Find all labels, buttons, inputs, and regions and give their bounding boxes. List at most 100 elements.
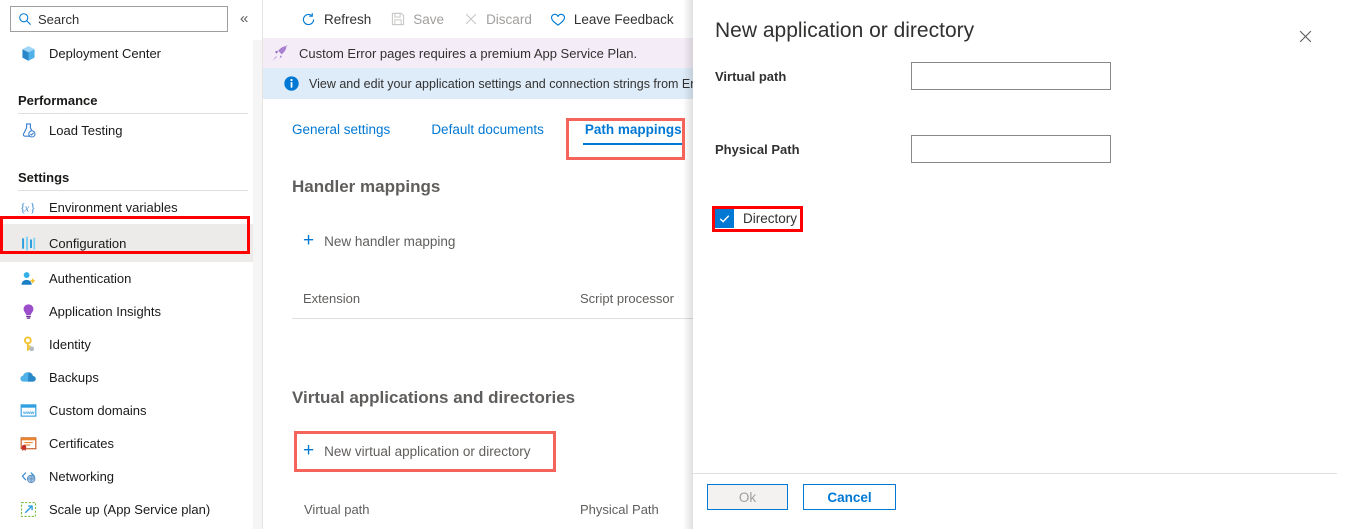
main-content: Refresh Save Discard [263, 0, 693, 529]
backups-cloud-icon [18, 368, 38, 388]
networking-icon [18, 467, 38, 487]
handler-mappings-title: Handler mappings [292, 177, 440, 197]
handler-col-script-processor: Script processor [580, 291, 674, 306]
sidebar-item-label: Backups [49, 370, 99, 385]
discard-button[interactable]: Discard [453, 0, 541, 38]
certificates-icon [18, 434, 38, 454]
discard-label: Discard [486, 12, 532, 27]
handler-table-rule [292, 318, 693, 319]
search-icon [18, 11, 36, 27]
environment-variables-icon: { x } [18, 198, 38, 218]
save-disk-icon [389, 11, 406, 28]
discard-x-icon [462, 11, 479, 28]
virtual-path-label: Virtual path [715, 69, 911, 84]
leave-feedback-label: Leave Feedback [574, 12, 674, 27]
configuration-icon [18, 233, 38, 253]
collapse-sidebar-icon[interactable]: « [240, 9, 248, 29]
ok-button[interactable]: Ok [707, 484, 788, 510]
refresh-label: Refresh [324, 12, 371, 27]
sidebar-item-label: Identity [49, 337, 91, 352]
directory-checkbox[interactable] [715, 209, 734, 228]
sidebar-item-application-insights[interactable]: Application Insights [0, 295, 262, 328]
sidebar-group-label: Performance [18, 93, 97, 114]
sidebar-item-networking[interactable]: Networking [0, 460, 262, 493]
premium-plan-banner: Custom Error pages requires a premium Ap… [263, 38, 693, 68]
dialog-footer-divider-right [1333, 473, 1337, 474]
sidebar-item-environment-variables[interactable]: { x } Environment variables [0, 191, 262, 224]
sidebar-item-label: Application Insights [49, 304, 161, 319]
identity-key-icon [18, 335, 38, 355]
sidebar-item-label: Networking [49, 469, 114, 484]
sidebar-item-label: Custom domains [49, 403, 147, 418]
sidebar-item-certificates[interactable]: Certificates [0, 427, 262, 460]
vapp-col-virtual-path: Virtual path [304, 502, 370, 517]
virtual-path-input[interactable] [911, 62, 1111, 90]
application-insights-icon [18, 302, 38, 322]
sidebar-item-backups[interactable]: Backups [0, 361, 262, 394]
custom-domains-icon: www [18, 401, 38, 421]
virtual-apps-title: Virtual applications and directories [292, 388, 575, 408]
rocket-icon [271, 44, 293, 62]
new-virtual-application-button[interactable]: + New virtual application or directory [303, 443, 530, 459]
sidebar-search-row: Search « [0, 6, 262, 34]
info-banner-text: View and edit your application settings … [309, 77, 693, 91]
panel-shadow [683, 0, 693, 529]
premium-banner-text: Custom Error pages requires a premium Ap… [299, 46, 637, 61]
sidebar-item-authentication[interactable]: Authentication [0, 262, 262, 295]
deployment-center-icon [18, 43, 38, 63]
authentication-icon [18, 269, 38, 289]
sidebar-item-scale-up[interactable]: Scale up (App Service plan) [0, 493, 262, 526]
vapp-col-physical-path: Physical Path [580, 502, 659, 517]
close-icon[interactable] [1293, 24, 1317, 48]
physical-path-input[interactable] [911, 135, 1111, 163]
sidebar-item-label: Authentication [49, 271, 131, 286]
new-application-dialog: New application or directory Virtual pat… [693, 0, 1351, 529]
app-root: Search « Deployment Center Performance [0, 0, 1351, 529]
plus-icon: + [303, 443, 314, 459]
tab-general-settings[interactable]: General settings [290, 118, 392, 149]
tab-bar: General settings Default documents Path … [263, 118, 693, 156]
dialog-footer-divider [693, 473, 1333, 474]
plus-icon: + [303, 233, 314, 249]
sidebar-item-label: Configuration [49, 236, 126, 251]
cancel-button[interactable]: Cancel [803, 484, 896, 510]
sidebar-item-label: Scale up (App Service plan) [49, 502, 210, 517]
sidebar-item-configuration[interactable]: Configuration [0, 224, 262, 262]
sidebar-item-label: Load Testing [49, 123, 123, 138]
load-testing-icon [18, 121, 38, 141]
sidebar-item-identity[interactable]: Identity [0, 328, 262, 361]
save-button[interactable]: Save [380, 0, 453, 38]
scale-up-icon [18, 500, 38, 520]
heart-icon [550, 11, 567, 28]
virtual-path-field-row: Virtual path [715, 62, 1135, 90]
sidebar: Search « Deployment Center Performance [0, 0, 262, 529]
sidebar-nav-list: Deployment Center Performance Load Testi… [0, 36, 262, 529]
search-input[interactable]: Search [10, 6, 228, 32]
checkmark-icon [718, 212, 731, 225]
save-label: Save [413, 12, 444, 27]
new-virtual-application-label: New virtual application or directory [324, 444, 530, 459]
sidebar-item-load-testing[interactable]: Load Testing [0, 114, 262, 147]
directory-checkbox-row[interactable]: Directory [715, 209, 797, 228]
sidebar-scrollbar-track[interactable] [253, 40, 262, 529]
search-placeholder: Search [38, 12, 79, 27]
info-banner: View and edit your application settings … [263, 68, 693, 99]
directory-checkbox-label: Directory [743, 211, 797, 226]
sidebar-group-label: Settings [18, 170, 69, 191]
info-icon [283, 75, 300, 93]
svg-text:x: x [23, 203, 29, 215]
sidebar-group-settings: Settings [0, 147, 262, 191]
sidebar-item-custom-domains[interactable]: www Custom domains [0, 394, 262, 427]
sidebar-item-label: Environment variables [49, 200, 178, 215]
sidebar-item-deployment-center[interactable]: Deployment Center [0, 36, 262, 70]
sidebar-group-performance: Performance [0, 70, 262, 114]
new-handler-mapping-button[interactable]: + New handler mapping [303, 233, 455, 249]
handler-col-extension: Extension [303, 291, 360, 306]
refresh-button[interactable]: Refresh [291, 0, 380, 38]
sidebar-item-label: Deployment Center [49, 46, 161, 61]
leave-feedback-button[interactable]: Leave Feedback [541, 0, 683, 38]
tab-path-mappings[interactable]: Path mappings [583, 118, 684, 149]
new-handler-mapping-label: New handler mapping [324, 234, 455, 249]
tab-default-documents[interactable]: Default documents [429, 118, 546, 149]
svg-text:}: } [30, 201, 36, 215]
